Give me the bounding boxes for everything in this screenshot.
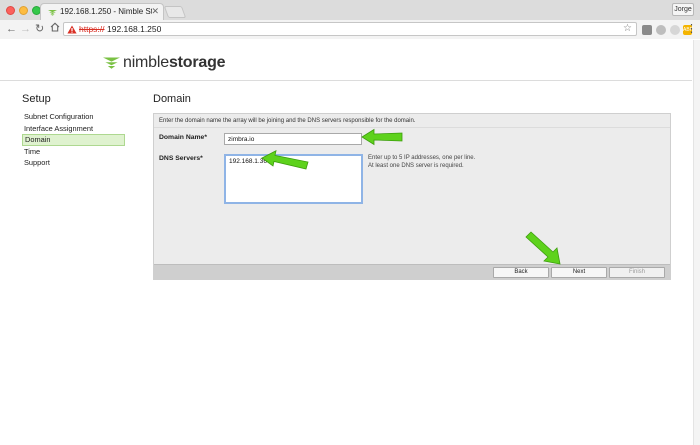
sidebar-item-time[interactable]: Time — [22, 146, 125, 158]
finish-button[interactable]: Finish — [609, 267, 665, 278]
address-bar[interactable]: https:// 192.168.1.250 ☆ — [63, 22, 637, 36]
wizard-footer: Back Next Finish — [154, 264, 670, 279]
back-button[interactable]: Back — [493, 267, 549, 278]
home-icon[interactable] — [50, 22, 60, 32]
nimble-favicon-icon — [48, 10, 57, 16]
page-title: Domain — [153, 93, 191, 105]
dns-servers-label: DNS Servers* — [159, 155, 203, 162]
sidebar-item-interface-assignment[interactable]: Interface Assignment — [22, 123, 125, 135]
tab-strip: 192.168.1.250 - Nimble Storag ✕ Jorge — [0, 0, 700, 20]
setup-title: Setup — [22, 93, 51, 105]
extension-icon[interactable] — [642, 25, 652, 35]
back-arrow-icon[interactable]: ← — [6, 23, 17, 35]
form-instructions: Enter the domain name the array will be … — [159, 118, 416, 124]
security-warning-icon — [67, 25, 77, 34]
sidebar-item-domain[interactable]: Domain — [22, 134, 125, 146]
extension-icon[interactable] — [670, 25, 680, 35]
bookmark-star-icon[interactable]: ☆ — [623, 23, 632, 34]
dns-help-text: Enter up to 5 IP addresses, one per line… — [368, 155, 476, 169]
sidebar-item-subnet-configuration[interactable]: Subnet Configuration — [22, 111, 125, 123]
page-scrollbar[interactable] — [693, 40, 700, 445]
browser-tab[interactable]: 192.168.1.250 - Nimble Storag ✕ — [40, 3, 164, 20]
profile-button[interactable]: Jorge — [672, 3, 694, 16]
domain-name-label: Domain Name* — [159, 134, 207, 141]
new-tab-button[interactable] — [163, 6, 187, 18]
domain-form-panel: Enter the domain name the array will be … — [153, 113, 671, 280]
tab-close-icon[interactable]: ✕ — [151, 6, 159, 17]
forward-arrow-icon[interactable]: → — [20, 23, 31, 35]
tab-title: 192.168.1.250 - Nimble Storag — [60, 7, 152, 16]
next-button[interactable]: Next — [551, 267, 607, 278]
header-divider — [0, 80, 692, 81]
setup-steps-list: Subnet Configuration Interface Assignmen… — [22, 111, 125, 169]
domain-name-input[interactable] — [224, 133, 362, 145]
nimble-logo-icon — [103, 57, 120, 69]
extension-icon[interactable] — [656, 25, 666, 35]
url-host: 192.168.1.250 — [107, 24, 162, 34]
browser-menu-icon[interactable]: ⋮ — [686, 23, 697, 35]
url-scheme: https:// — [79, 24, 105, 34]
browser-chrome: 192.168.1.250 - Nimble Storag ✕ Jorge ← … — [0, 0, 700, 39]
window-minimize-button[interactable] — [19, 6, 28, 15]
brand-name: nimblestorage — [123, 54, 226, 71]
dns-servers-textarea[interactable]: 192.168.1.36 — [224, 154, 363, 204]
window-close-button[interactable] — [6, 6, 15, 15]
reload-icon[interactable]: ↻ — [35, 23, 44, 35]
form-divider — [154, 127, 670, 128]
sidebar-item-support[interactable]: Support — [22, 157, 125, 169]
